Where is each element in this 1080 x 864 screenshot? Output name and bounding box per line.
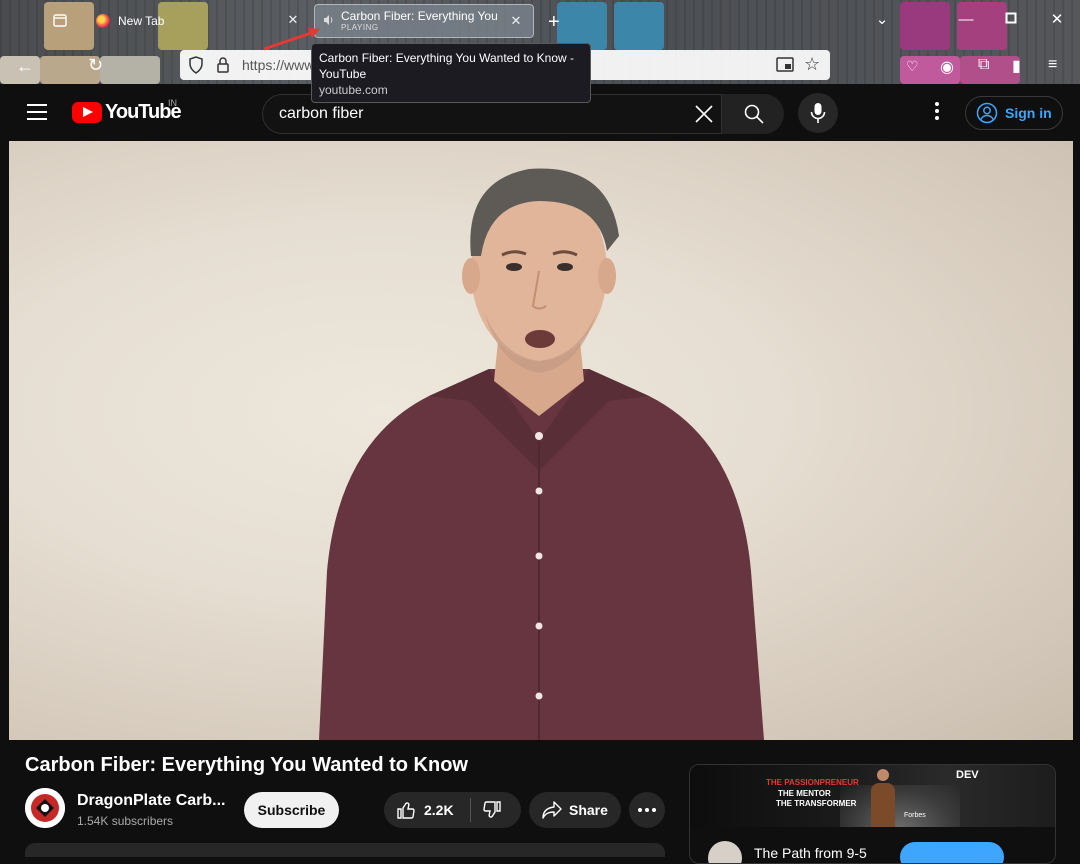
search-input[interactable]	[279, 105, 679, 123]
annotation-arrow	[263, 28, 320, 51]
ad-subline: THE TRANSFORMER	[776, 799, 857, 808]
more-horizontal-icon	[638, 808, 656, 812]
account-icon[interactable]: ◉	[940, 57, 954, 77]
youtube-play-icon	[72, 102, 102, 123]
video-player[interactable]	[9, 141, 1073, 740]
ad-brand: DEV	[956, 769, 979, 781]
url-text: https://www	[242, 57, 315, 73]
sign-in-button[interactable]: Sign in	[965, 96, 1063, 130]
maximize-button[interactable]	[1001, 10, 1021, 30]
account-circle-icon	[976, 102, 998, 124]
ad-subline: THE MENTOR	[778, 789, 831, 798]
tooltip-title: Carbon Fiber: Everything You Wanted to K…	[319, 51, 575, 81]
microphone-icon	[810, 103, 826, 123]
like-button[interactable]: 2.2K	[384, 792, 470, 828]
tab-playing-status: PLAYING	[341, 23, 379, 32]
lock-icon[interactable]	[216, 56, 230, 79]
dislike-button[interactable]	[471, 792, 521, 828]
tab-youtube[interactable]: Carbon Fiber: Everything You PLAYING ✕	[314, 4, 534, 38]
minimize-button[interactable]: —	[956, 10, 976, 30]
search-icon	[744, 104, 764, 124]
ad-action-button[interactable]	[900, 842, 1004, 863]
menu-icon[interactable]: ≡	[1048, 56, 1057, 74]
theme-tile	[100, 56, 160, 84]
picture-in-picture-icon[interactable]	[776, 57, 794, 78]
new-tab-button[interactable]: +	[548, 11, 560, 34]
reload-icon[interactable]: ↻	[88, 55, 103, 76]
guide-menu-icon[interactable]	[27, 104, 47, 120]
extensions-icon[interactable]: ⧉	[978, 56, 989, 74]
extension-icon[interactable]: ▮	[1012, 56, 1021, 76]
video-title: Carbon Fiber: Everything You Wanted to K…	[25, 754, 468, 776]
settings-more-icon[interactable]	[930, 102, 944, 124]
firefox-icon	[96, 14, 110, 28]
voice-search-button[interactable]	[798, 93, 838, 133]
theme-tile	[900, 2, 950, 50]
country-code: IN	[168, 98, 177, 108]
tab-list-icon[interactable]	[52, 12, 68, 33]
thumbs-up-icon	[397, 802, 415, 819]
theme-tile	[614, 2, 664, 50]
channel-avatar[interactable]	[25, 788, 65, 828]
share-arrow-icon	[542, 801, 562, 819]
tab-label: Carbon Fiber: Everything You	[341, 9, 498, 23]
youtube-logo[interactable]: YouTube	[72, 101, 182, 124]
pocket-icon[interactable]: ♡	[906, 58, 919, 75]
subscriber-count: 1.54K subscribers	[77, 814, 174, 828]
tab-overflow-chevron-icon[interactable]: ⌄	[872, 10, 892, 30]
ad-avatar	[708, 841, 742, 863]
share-button[interactable]: Share	[529, 792, 621, 828]
tab-close-icon[interactable]: ✕	[509, 14, 523, 28]
channel-name[interactable]: DragonPlate Carb...	[77, 792, 227, 810]
ad-forbes-mark: Forbes	[904, 812, 926, 819]
sponsored-ad-card[interactable]: THE PASSIONPRENEUR THE MENTOR THE TRANSF…	[689, 764, 1056, 864]
search-button[interactable]	[721, 94, 784, 134]
shield-icon[interactable]	[188, 56, 204, 79]
ad-title: The Path from 9-5	[754, 845, 867, 861]
tab-label: New Tab	[118, 14, 165, 28]
tab-tooltip: Carbon Fiber: Everything You Wanted to K…	[311, 43, 591, 103]
tooltip-url: youtube.com	[319, 83, 388, 97]
subscribe-button[interactable]: Subscribe	[244, 792, 339, 828]
share-label: Share	[569, 802, 608, 818]
ad-audience	[840, 785, 960, 827]
video-frame-presenter	[319, 168, 764, 740]
bookmark-star-icon[interactable]: ☆	[804, 54, 820, 75]
like-count: 2.2K	[424, 802, 454, 818]
thumbs-down-icon	[483, 801, 501, 818]
clear-search-icon[interactable]	[693, 103, 715, 125]
back-arrow-icon[interactable]: ←	[16, 56, 34, 77]
ad-banner-image: THE PASSIONPRENEUR THE MENTOR THE TRANSF…	[690, 765, 1055, 827]
sign-in-label: Sign in	[1005, 105, 1052, 121]
close-window-button[interactable]: ✕	[1047, 10, 1067, 30]
like-dislike-bar: 2.2K	[384, 792, 521, 828]
ad-headline: THE PASSIONPRENEUR	[766, 778, 859, 787]
ad-presenter	[870, 769, 896, 827]
theme-tile	[960, 56, 1020, 84]
more-actions-button[interactable]	[629, 792, 665, 828]
